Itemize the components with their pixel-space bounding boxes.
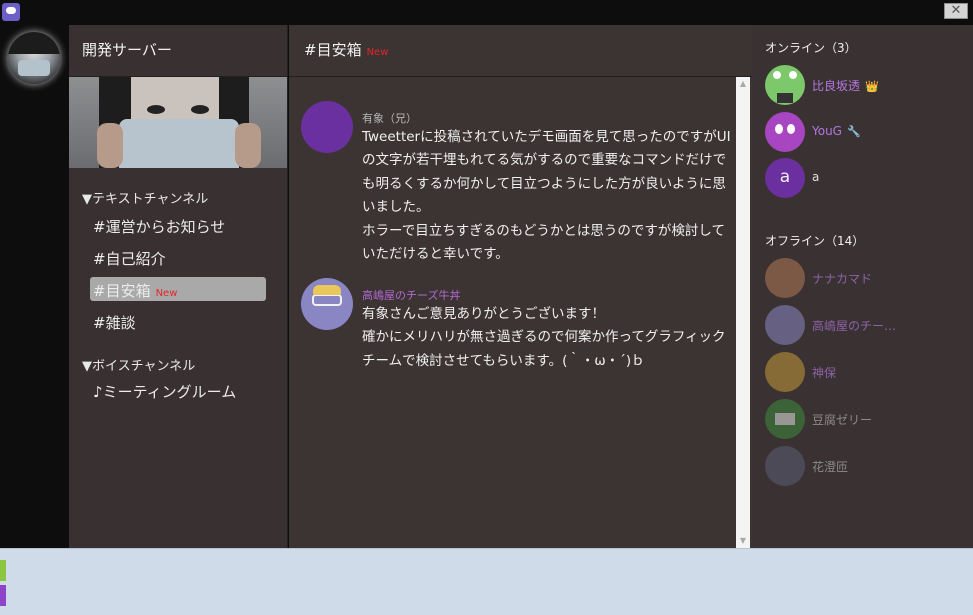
message-text: 有象さんご意見ありがとうございます！ 確かにメリハリが無さ過ぎるので何案か作って… — [362, 306, 726, 369]
app-chat-icon — [2, 3, 20, 21]
member-avatar — [765, 352, 805, 392]
channel-label: #目安箱 — [93, 282, 151, 300]
member-avatar — [765, 258, 805, 298]
voice-channel-meeting-room[interactable]: ♪ミーティングルーム — [90, 378, 266, 402]
channel-title: #目安箱 New — [289, 25, 752, 77]
user-avatar[interactable] — [301, 278, 353, 330]
user-avatar[interactable] — [301, 101, 353, 153]
member-name: 高嶋屋のチー… — [812, 319, 897, 333]
channel-introductions[interactable]: #自己紹介 — [90, 245, 266, 269]
member-offline[interactable]: 豆腐ゼリー — [765, 399, 965, 439]
text-channel-category[interactable]: ▼テキストチャンネル — [82, 188, 287, 207]
channel-title-text: #目安箱 — [304, 41, 362, 59]
window-close-button[interactable]: ✕ — [944, 3, 968, 19]
message-author[interactable]: 有象（兄） — [362, 110, 417, 126]
channel-chat[interactable]: #雑談 — [90, 309, 266, 333]
taskbar — [0, 548, 973, 615]
member-name: ナナカマド — [812, 272, 873, 286]
server-name[interactable]: 開発サーバー — [69, 25, 287, 77]
server-icon[interactable] — [8, 32, 60, 84]
offline-header: オフライン（14） — [765, 234, 865, 248]
member-online[interactable]: a a — [765, 158, 965, 198]
chat-app-window: ✕ 開発サーバー ▼テキストチャンネル #運営からお知らせ #自己紹介 #目安箱… — [0, 0, 973, 548]
member-avatar: a — [765, 158, 805, 198]
member-name: 豆腐ゼリー — [812, 413, 873, 427]
member-name: 比良坂透 — [812, 79, 861, 93]
member-avatar — [765, 112, 805, 152]
member-avatar — [765, 399, 805, 439]
voice-channel-category[interactable]: ▼ボイスチャンネル — [82, 355, 287, 374]
taskbar-app-icon[interactable] — [0, 585, 6, 606]
member-online[interactable]: 比良坂透 👑 — [765, 65, 965, 105]
member-avatar — [765, 446, 805, 486]
crown-icon: 👑 — [865, 80, 879, 93]
channel-sidebar: 開発サーバー ▼テキストチャンネル #運営からお知らせ #自己紹介 #目安箱 Ne… — [69, 25, 288, 548]
member-name: 神保 — [812, 366, 837, 380]
glasses-icon — [312, 294, 342, 306]
message-pane: #目安箱 New 有象（兄） Tweetterに投稿されていたデモ画面を見て思った… — [289, 25, 752, 548]
member-avatar — [765, 305, 805, 345]
message-scrollbar[interactable]: ▲ ▼ — [736, 77, 750, 548]
scroll-up-arrow-icon[interactable]: ▲ — [736, 77, 750, 91]
member-name: 花澄匝 — [812, 460, 849, 474]
member-online[interactable]: YouG 🔧 — [765, 112, 965, 152]
server-rail — [0, 25, 69, 548]
member-offline[interactable]: 高嶋屋のチー… — [765, 305, 965, 345]
online-header: オンライン（3） — [765, 41, 857, 55]
hair-icon — [313, 285, 341, 295]
member-name: YouG — [812, 124, 842, 138]
member-list: オンライン（3） 比良坂透 👑 YouG 🔧 a a オフライン（14） ナナカ… — [752, 25, 973, 548]
channel-label: #自己紹介 — [93, 250, 166, 268]
message-text: Tweetterに投稿されていたデモ画面を見て思ったのですがUIの文字が若干埋も… — [362, 129, 731, 263]
channel-announcements[interactable]: #運営からお知らせ — [90, 213, 266, 237]
member-name: a — [812, 170, 820, 184]
channel-suggestion-box[interactable]: #目安箱 New — [90, 277, 266, 301]
channel-label: #運営からお知らせ — [93, 218, 226, 236]
new-badge: New — [155, 288, 178, 299]
server-banner-image — [69, 77, 287, 168]
member-avatar — [765, 65, 805, 105]
wrench-icon: 🔧 — [846, 125, 861, 138]
channel-label: ♪ミーティングルーム — [93, 383, 237, 401]
member-offline[interactable]: 神保 — [765, 352, 965, 392]
member-offline[interactable]: 花澄匝 — [765, 446, 965, 486]
channel-label: #雑談 — [93, 314, 136, 332]
message-author[interactable]: 高嶋屋のチーズ牛丼 — [362, 287, 460, 303]
member-offline[interactable]: ナナカマド — [765, 258, 965, 298]
taskbar-app-icon[interactable] — [0, 560, 6, 581]
message-list[interactable]: 有象（兄） Tweetterに投稿されていたデモ画面を見て思ったのですがUIの文… — [289, 77, 736, 548]
scroll-down-arrow-icon[interactable]: ▼ — [736, 534, 750, 548]
new-badge: New — [366, 47, 389, 58]
